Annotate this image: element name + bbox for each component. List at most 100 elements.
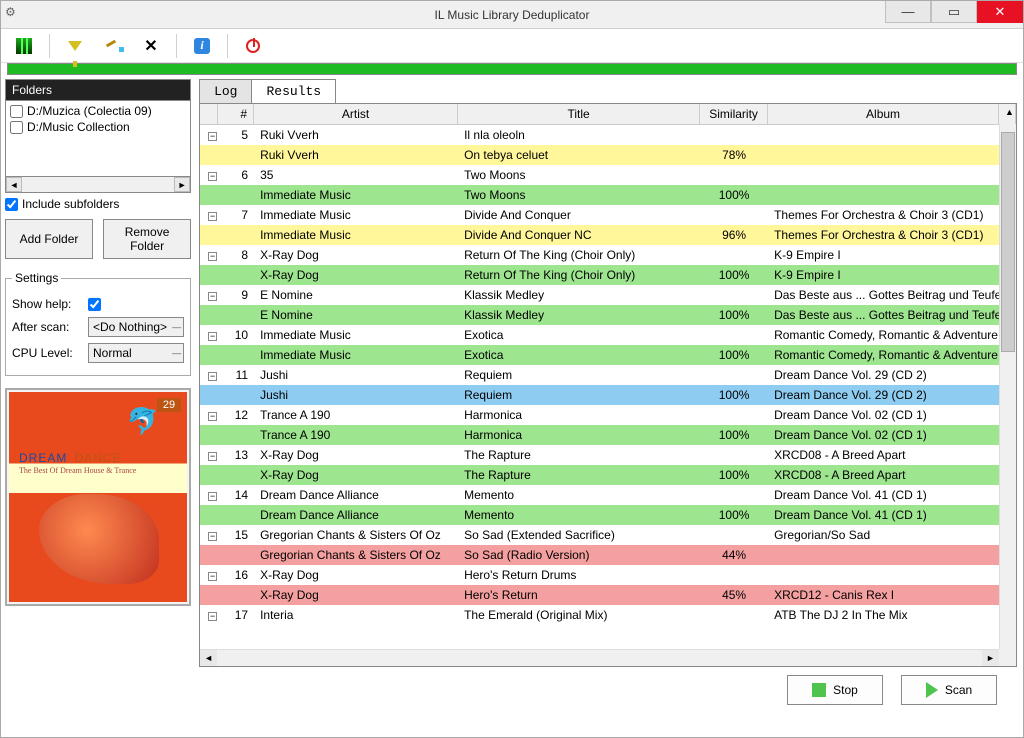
stop-button[interactable]: Stop — [787, 675, 883, 705]
table-row[interactable]: −17InteriaThe Emerald (Original Mix)ATB … — [200, 605, 1016, 625]
collapse-icon[interactable]: − — [208, 612, 217, 621]
table-row[interactable]: Immediate MusicExotica100%Romantic Comed… — [200, 345, 1016, 365]
table-row[interactable]: Gregorian Chants & Sisters Of OzSo Sad (… — [200, 545, 1016, 565]
title-cell: Divide And Conquer — [458, 208, 700, 222]
expand-cell[interactable]: − — [200, 448, 218, 462]
col-title[interactable]: Title — [458, 104, 700, 124]
collapse-icon[interactable]: − — [208, 332, 217, 341]
vertical-scrollbar[interactable] — [999, 124, 1016, 649]
maximize-button[interactable]: ▭ — [931, 1, 977, 23]
table-row[interactable]: −13X-Ray DogThe RaptureXRCD08 - A Breed … — [200, 445, 1016, 465]
album-cell: Themes For Orchestra & Choir 3 (CD1) — [768, 208, 1016, 222]
folders-list[interactable]: D:/Muzica (Colectia 09)D:/Music Collecti… — [5, 101, 191, 177]
collapse-icon[interactable]: − — [208, 492, 217, 501]
table-row[interactable]: X-Ray DogHero's Return45%XRCD12 - Canis … — [200, 585, 1016, 605]
folders-hscrollbar[interactable]: ◄ ► — [5, 177, 191, 193]
cpu-level-select[interactable]: Normal — — [88, 343, 184, 363]
dolphin-icon: 🐬 — [127, 406, 159, 437]
minimize-button[interactable]: — — [885, 1, 931, 23]
expand-cell[interactable]: − — [200, 208, 218, 222]
grid-body[interactable]: −5Ruki VverhIl nla oleolnRuki VverhOn te… — [200, 125, 1016, 666]
folder-item[interactable]: D:/Muzica (Colectia 09) — [8, 103, 188, 119]
table-row[interactable]: −5Ruki VverhIl nla oleoln — [200, 125, 1016, 145]
scan-button[interactable]: Scan — [901, 675, 997, 705]
close-button[interactable]: ✕ — [977, 1, 1023, 23]
table-row[interactable]: −15Gregorian Chants & Sisters Of OzSo Sa… — [200, 525, 1016, 545]
show-help-checkbox[interactable] — [88, 298, 101, 311]
collapse-icon[interactable]: − — [208, 212, 217, 221]
folder-item-checkbox[interactable] — [10, 105, 23, 118]
similarity-cell: 96% — [700, 228, 768, 242]
table-row[interactable]: −10Immediate MusicExoticaRomantic Comedy… — [200, 325, 1016, 345]
table-row[interactable]: Trance A 190Harmonica100%Dream Dance Vol… — [200, 425, 1016, 445]
expand-cell[interactable]: − — [200, 408, 218, 422]
hscroll-track[interactable] — [217, 650, 982, 666]
vscroll-thumb[interactable] — [1001, 132, 1015, 352]
col-similarity[interactable]: Similarity — [700, 104, 768, 124]
hscroll-left-icon[interactable]: ◄ — [200, 650, 217, 666]
table-row[interactable]: JushiRequiem100%Dream Dance Vol. 29 (CD … — [200, 385, 1016, 405]
expand-cell[interactable]: − — [200, 608, 218, 622]
expand-cell[interactable]: − — [200, 248, 218, 262]
after-scan-select[interactable]: <Do Nothing> — — [88, 317, 184, 337]
add-folder-button[interactable]: Add Folder — [5, 219, 93, 259]
col-album[interactable]: Album — [768, 104, 999, 124]
folder-item-checkbox[interactable] — [10, 121, 23, 134]
table-row[interactable]: −7Immediate MusicDivide And ConquerTheme… — [200, 205, 1016, 225]
table-row[interactable]: Immediate MusicTwo Moons100% — [200, 185, 1016, 205]
scroll-track[interactable] — [22, 177, 174, 192]
shuffle-button[interactable]: ✕ — [134, 32, 168, 60]
exit-button[interactable] — [236, 32, 270, 60]
scroll-right-icon[interactable]: ► — [174, 177, 190, 192]
collapse-icon[interactable]: − — [208, 452, 217, 461]
expand-cell[interactable]: − — [200, 288, 218, 302]
collapse-icon[interactable]: − — [208, 252, 217, 261]
collapse-icon[interactable]: − — [208, 412, 217, 421]
collapse-icon[interactable]: − — [208, 532, 217, 541]
expand-cell[interactable]: − — [200, 168, 218, 182]
col-expand[interactable] — [200, 104, 218, 124]
scan-library-button[interactable] — [7, 32, 41, 60]
expand-cell[interactable]: − — [200, 528, 218, 542]
artist-cell: Immediate Music — [254, 348, 458, 362]
collapse-icon[interactable]: − — [208, 172, 217, 181]
folder-item[interactable]: D:/Music Collection — [8, 119, 188, 135]
vscroll-up[interactable]: ▲ — [999, 104, 1016, 124]
tab-log[interactable]: Log — [199, 79, 252, 103]
table-row[interactable]: −12Trance A 190HarmonicaDream Dance Vol.… — [200, 405, 1016, 425]
expand-cell[interactable]: − — [200, 488, 218, 502]
table-row[interactable]: X-Ray DogThe Rapture100%XRCD08 - A Breed… — [200, 465, 1016, 485]
col-artist[interactable]: Artist — [254, 104, 458, 124]
collapse-icon[interactable]: − — [208, 372, 217, 381]
tab-results[interactable]: Results — [251, 79, 336, 103]
collapse-icon[interactable]: − — [208, 132, 217, 141]
include-subfolders-checkbox[interactable] — [5, 198, 18, 211]
expand-cell[interactable]: − — [200, 568, 218, 582]
filter-button[interactable] — [58, 32, 92, 60]
hscroll-right-icon[interactable]: ► — [982, 650, 999, 666]
horizontal-scrollbar[interactable]: ◄ ► — [200, 649, 999, 666]
table-row[interactable]: Dream Dance AllianceMemento100%Dream Dan… — [200, 505, 1016, 525]
num-cell: 6 — [218, 168, 254, 182]
expand-cell[interactable]: − — [200, 128, 218, 142]
include-subfolders-row[interactable]: Include subfolders — [5, 193, 191, 215]
table-row[interactable]: −8X-Ray DogReturn Of The King (Choir Onl… — [200, 245, 1016, 265]
table-row[interactable]: E NomineKlassik Medley100%Das Beste aus … — [200, 305, 1016, 325]
table-row[interactable]: Immediate MusicDivide And Conquer NC96%T… — [200, 225, 1016, 245]
table-row[interactable]: Ruki VverhOn tebya celuet78% — [200, 145, 1016, 165]
col-number[interactable]: # — [218, 104, 254, 124]
collapse-icon[interactable]: − — [208, 292, 217, 301]
table-row[interactable]: −9E NomineKlassik MedleyDas Beste aus ..… — [200, 285, 1016, 305]
clean-button[interactable] — [96, 32, 130, 60]
expand-cell[interactable]: − — [200, 368, 218, 382]
scroll-left-icon[interactable]: ◄ — [6, 177, 22, 192]
collapse-icon[interactable]: − — [208, 572, 217, 581]
table-row[interactable]: −14Dream Dance AllianceMementoDream Danc… — [200, 485, 1016, 505]
table-row[interactable]: −11JushiRequiemDream Dance Vol. 29 (CD 2… — [200, 365, 1016, 385]
info-button[interactable]: i — [185, 32, 219, 60]
expand-cell[interactable]: − — [200, 328, 218, 342]
table-row[interactable]: −635Two Moons — [200, 165, 1016, 185]
remove-folder-button[interactable]: Remove Folder — [103, 219, 191, 259]
table-row[interactable]: −16X-Ray DogHero's Return Drums — [200, 565, 1016, 585]
table-row[interactable]: X-Ray DogReturn Of The King (Choir Only)… — [200, 265, 1016, 285]
